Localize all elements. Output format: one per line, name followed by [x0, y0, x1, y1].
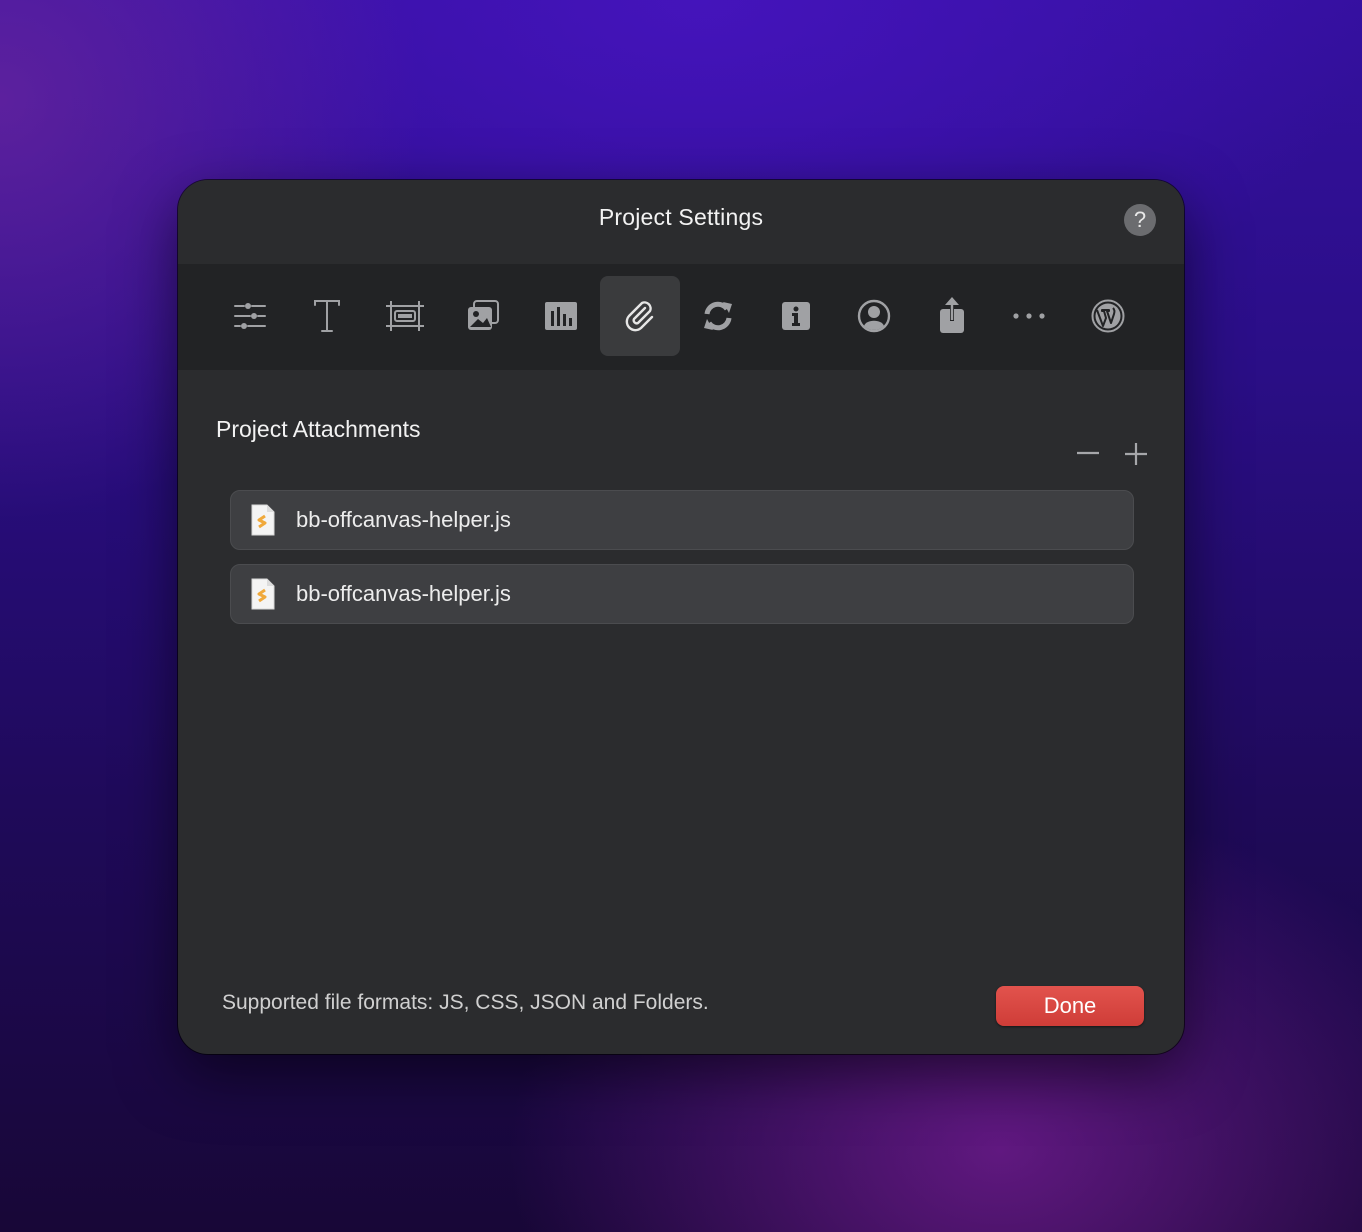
js-file-icon: [251, 578, 275, 610]
user-icon: [857, 299, 891, 333]
done-button[interactable]: Done: [996, 986, 1144, 1026]
tab-images[interactable]: [443, 276, 523, 356]
settings-toolbar: [178, 264, 1184, 370]
sliders-icon: [234, 303, 266, 329]
section-title: Project Attachments: [216, 416, 421, 442]
tab-typography[interactable]: [287, 276, 367, 356]
layout-icon: [386, 301, 424, 331]
remove-attachment-button[interactable]: [1071, 438, 1105, 468]
chart-icon: [545, 302, 577, 330]
tab-export[interactable]: [912, 276, 992, 356]
more-icon: [1013, 313, 1045, 319]
tab-layout[interactable]: [365, 276, 445, 356]
tab-user[interactable]: [834, 276, 914, 356]
minus-icon: [1077, 451, 1099, 455]
images-icon: [468, 300, 499, 330]
titlebar: Project Settings ?: [178, 180, 1184, 264]
help-button[interactable]: ?: [1124, 204, 1156, 236]
tab-sync[interactable]: [678, 276, 758, 356]
attachment-item[interactable]: bb-offcanvas-helper.js: [230, 490, 1134, 550]
tab-attachments[interactable]: [600, 276, 680, 356]
tab-more[interactable]: [989, 276, 1069, 356]
sync-icon: [704, 301, 732, 331]
plus-icon: [1125, 443, 1147, 465]
tab-info[interactable]: [756, 276, 836, 356]
add-attachment-button[interactable]: [1119, 438, 1153, 468]
attachment-name: bb-offcanvas-helper.js: [296, 581, 511, 606]
attachment-item[interactable]: bb-offcanvas-helper.js: [230, 564, 1134, 624]
tab-analytics[interactable]: [521, 276, 601, 356]
tab-general[interactable]: [210, 276, 290, 356]
share-icon: [940, 297, 964, 333]
text-icon: [314, 300, 340, 332]
wordpress-icon: [1091, 299, 1125, 333]
paperclip-icon: [625, 301, 654, 332]
project-settings-dialog: Project Settings ? Project Attachments b…: [178, 180, 1184, 1054]
dialog-title: Project Settings: [598, 204, 764, 230]
supported-formats-note: Supported file formats: JS, CSS, JSON an…: [222, 991, 709, 1014]
js-file-icon: [251, 504, 275, 536]
attachment-name: bb-offcanvas-helper.js: [296, 507, 511, 532]
info-icon: [782, 302, 810, 330]
tab-wordpress[interactable]: [1068, 276, 1148, 356]
attachment-list: bb-offcanvas-helper.js bb-offcanvas-help…: [230, 490, 1134, 638]
